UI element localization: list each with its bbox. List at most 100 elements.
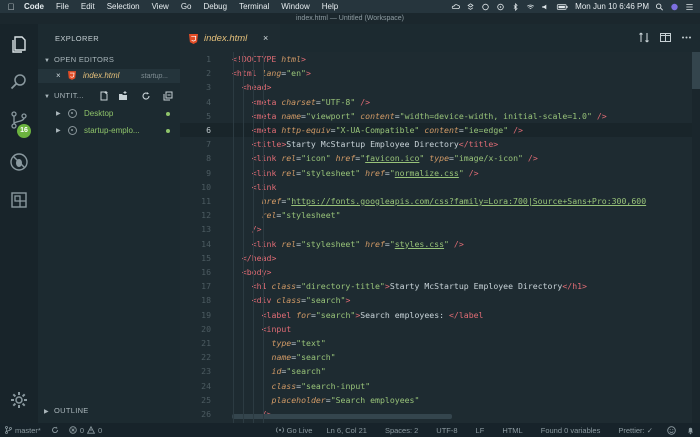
code-line[interactable]: 2 <html lang="en"> (180, 66, 692, 80)
code-line[interactable]: 10 <link (180, 180, 692, 194)
folder-item-desktop[interactable]: ▶ Desktop (38, 107, 180, 121)
folder-item-startup[interactable]: ▶ startup-emplo... (38, 124, 180, 138)
status-eol[interactable]: LF (467, 426, 494, 435)
code-line[interactable]: 21 type="text" (180, 336, 692, 350)
menu-clock[interactable]: Mon Jun 10 6:46 PM (575, 2, 649, 11)
status-problems[interactable]: 0 0 (64, 426, 107, 435)
collapse-all-icon[interactable] (163, 91, 173, 101)
code-line[interactable]: 8 <link rel="icon" href="favicon.ico" typ… (180, 151, 692, 165)
code-line[interactable]: 12 rel="stylesheet" (180, 208, 692, 222)
search-icon[interactable] (9, 72, 29, 92)
new-folder-icon[interactable] (118, 91, 128, 101)
code-line[interactable]: 19 <label for="search">Search employees: … (180, 308, 692, 322)
refresh-icon[interactable] (141, 91, 151, 101)
code-line[interactable]: 14 <link rel="stylesheet" href="styles.cs… (180, 237, 692, 251)
status-indentation[interactable]: Spaces: 2 (376, 426, 427, 435)
status-prettier[interactable]: Prettier: ✓ (609, 426, 662, 435)
code-token: href (335, 153, 356, 164)
more-actions-icon[interactable] (681, 32, 692, 43)
spotlight-icon[interactable] (655, 3, 664, 11)
code-line[interactable]: 1 <!DOCTYPE html> (180, 52, 692, 66)
line-number: 5 (206, 110, 211, 121)
code-line[interactable]: 13/> (180, 222, 692, 236)
code-line[interactable]: 5 <meta name="viewport" content="width=de… (180, 109, 692, 123)
horizontal-scroll-thumb[interactable] (232, 414, 452, 419)
code-editor[interactable]: 26/>25placeholder="Search employees"24cl… (180, 52, 700, 423)
menu-view[interactable]: View (146, 2, 175, 11)
code-line[interactable]: 15 </head> (180, 251, 692, 265)
menu-selection[interactable]: Selection (101, 2, 146, 11)
battery-icon[interactable] (556, 3, 569, 11)
code-line[interactable]: 16 <body> (180, 265, 692, 279)
volume-icon[interactable] (541, 3, 550, 11)
status-encoding[interactable]: UTF-8 (427, 426, 466, 435)
open-editors-header[interactable]: ▼ OPEN EDITORS (44, 55, 114, 64)
tray-bluetooth-icon[interactable] (511, 2, 520, 11)
apple-icon[interactable]:  (4, 2, 18, 12)
code-line[interactable]: 23 id="search" (180, 364, 692, 378)
html5-icon (189, 34, 198, 44)
code-line[interactable]: 22 name="search" (180, 350, 692, 364)
tray-dropbox-icon[interactable] (466, 2, 475, 11)
notification-center-icon[interactable] (685, 3, 694, 11)
code-line[interactable]: 6 <meta http-equiv="X-UA-Compatible" cont… (180, 123, 692, 138)
code-line[interactable]: 24 class="search-input" (180, 379, 692, 393)
vertical-scroll-thumb[interactable] (692, 52, 700, 89)
workspace-header[interactable]: ▼ UNTIT... (38, 89, 180, 103)
siri-icon[interactable] (670, 3, 679, 11)
menu-terminal[interactable]: Terminal (233, 2, 275, 11)
status-position[interactable]: Ln 6, Col 21 (317, 426, 375, 435)
status-sync[interactable] (46, 426, 64, 434)
code-line[interactable]: 11 href="https://fonts.googleapis.com/css… (180, 194, 692, 208)
status-feedback[interactable] (662, 425, 681, 435)
settings-gear-icon[interactable] (9, 390, 29, 410)
code-token: content (360, 110, 395, 121)
code-line[interactable]: 25 placeholder="Search employees" (180, 393, 692, 407)
open-changes-icon[interactable] (639, 32, 650, 43)
code-token: "viewport" (305, 110, 356, 121)
status-notifications[interactable] (681, 426, 700, 435)
extensions-icon[interactable] (9, 190, 29, 210)
code-line[interactable]: 18 <div class="search"> (180, 293, 692, 307)
code-line[interactable]: 7 <title>Starty McStartup Employee Direct… (180, 137, 692, 151)
code-line[interactable]: 17 <h1 class="directory-title">Starty McS… (180, 279, 692, 293)
menu-window[interactable]: Window (275, 2, 315, 11)
code-token: Starty McStartup Employee Directory (286, 139, 459, 150)
code-token: <head> (241, 82, 272, 93)
menu-help[interactable]: Help (316, 2, 344, 11)
code-text: <link (252, 180, 277, 194)
split-editor-icon[interactable] (660, 32, 671, 43)
tab-index-html[interactable]: index.html × (180, 24, 280, 52)
explorer-icon[interactable] (9, 34, 29, 54)
status-language[interactable]: HTML (493, 426, 531, 435)
code-line[interactable]: 4 <meta charset="UTF-8" /> (180, 95, 692, 109)
wifi-icon[interactable] (526, 3, 535, 11)
tab-close-icon[interactable]: × (263, 33, 268, 43)
code-text: <link rel="stylesheet" href="normalize.c… (252, 166, 479, 180)
open-editor-item[interactable]: × index.html startup... (38, 69, 180, 83)
new-file-icon[interactable] (99, 91, 109, 101)
tray-cloud-icon[interactable] (451, 3, 460, 11)
code-line[interactable]: 3 <head> (180, 80, 692, 94)
code-token: rel (281, 153, 297, 164)
horizontal-scrollbar[interactable] (232, 414, 684, 419)
status-variables[interactable]: Found 0 variables (532, 426, 610, 435)
tray-target-icon[interactable] (496, 3, 505, 11)
code-line[interactable]: 9 <link rel="stylesheet" href="normalize.… (180, 166, 692, 180)
line-number: 11 (201, 196, 211, 206)
status-golive[interactable]: Go Live (271, 426, 318, 435)
menu-debug[interactable]: Debug (197, 2, 233, 11)
vertical-scrollbar[interactable] (692, 52, 700, 423)
html5-icon (68, 71, 76, 80)
menu-go[interactable]: Go (175, 2, 198, 11)
code-token: <link (251, 153, 282, 164)
menu-file[interactable]: File (50, 2, 75, 11)
outline-header[interactable]: ▶ OUTLINE (44, 406, 89, 415)
status-branch[interactable]: master* (0, 426, 46, 435)
code-line[interactable]: 20 <input (180, 322, 692, 336)
close-icon[interactable]: × (56, 71, 61, 80)
tray-circle-icon[interactable] (481, 3, 490, 11)
debug-icon[interactable] (9, 152, 29, 172)
menu-app[interactable]: Code (18, 2, 50, 11)
menu-edit[interactable]: Edit (75, 2, 101, 11)
